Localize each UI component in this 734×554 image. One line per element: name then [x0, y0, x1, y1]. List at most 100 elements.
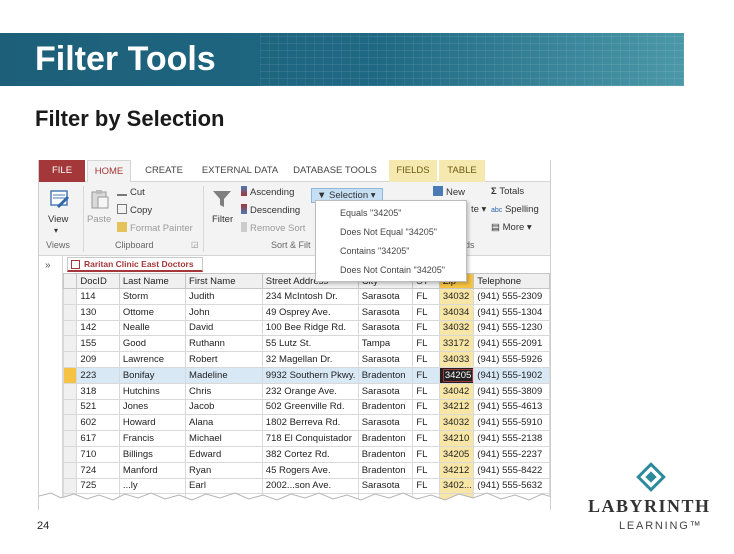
table-cell[interactable]: FL: [412, 445, 440, 463]
navigation-pane-collapsed[interactable]: »: [39, 256, 63, 510]
table-cell[interactable]: FL: [412, 335, 440, 353]
record-selector[interactable]: [62, 382, 78, 400]
table-cell[interactable]: Madeline: [185, 366, 263, 384]
totals-button[interactable]: Σ Totals: [491, 186, 524, 197]
record-selector[interactable]: [62, 303, 78, 321]
new-record-button[interactable]: New: [433, 186, 465, 198]
table-row[interactable]: 223 Bonifay Madeline 9932 Southern Pkwy. Bra…: [62, 366, 550, 384]
remove-sort-button[interactable]: Remove Sort: [241, 222, 305, 234]
table-cell[interactable]: FL: [412, 303, 440, 321]
table-cell[interactable]: 502 Greenville Rd.: [261, 398, 359, 416]
table-cell[interactable]: 521: [76, 398, 120, 416]
table-cell[interactable]: 34032: [438, 288, 475, 305]
clipboard-launcher-icon[interactable]: ◲: [191, 240, 199, 249]
table-cell[interactable]: 710: [76, 445, 120, 463]
table-cell[interactable]: Bradenton: [357, 366, 414, 384]
table-cell[interactable]: FL: [412, 414, 440, 432]
table-cell[interactable]: Michael: [185, 430, 263, 447]
table-cell[interactable]: (941) 555-2237: [473, 445, 550, 463]
table-cell[interactable]: Judith: [185, 288, 263, 305]
table-cell[interactable]: 34205: [438, 366, 475, 384]
more-button[interactable]: ▤ More ▾: [491, 222, 532, 233]
menu-item-equals[interactable]: Equals "34205": [340, 208, 401, 218]
table-cell[interactable]: Sarasota: [357, 319, 414, 337]
table-row[interactable]: 142 Nealle David 100 Bee Ridge Rd. Sarasota F…: [62, 319, 550, 337]
table-cell[interactable]: Bonifay: [118, 366, 187, 384]
table-row[interactable]: 710 Billings Edward 382 Cortez Rd. Bradenton…: [62, 445, 550, 463]
table-cell[interactable]: Edward: [185, 445, 263, 463]
table-row[interactable]: 114 Storm Judith 234 McIntosh Dr. Sarasota FL…: [62, 288, 550, 305]
table-cell[interactable]: Ryan: [185, 461, 263, 479]
tab-external-data[interactable]: EXTERNAL DATA: [197, 160, 283, 182]
table-cell[interactable]: FL: [412, 319, 440, 337]
copy-button[interactable]: Copy: [117, 204, 152, 216]
record-selector[interactable]: [62, 288, 78, 305]
table-cell[interactable]: 32 Magellan Dr.: [261, 351, 359, 368]
table-cell[interactable]: 1802 Berreva Rd.: [261, 414, 359, 432]
table-cell[interactable]: 602: [76, 414, 120, 432]
table-cell[interactable]: 34033: [438, 351, 475, 368]
table-cell[interactable]: (941) 555-3809: [473, 382, 550, 400]
table-cell[interactable]: (941) 555-2309: [473, 288, 550, 305]
table-cell[interactable]: 617: [76, 430, 120, 447]
table-cell[interactable]: (941) 555-5926: [473, 351, 550, 368]
table-row[interactable]: 209 Lawrence Robert 32 Magellan Dr. Sarasota…: [62, 351, 550, 368]
table-cell[interactable]: 382 Cortez Rd.: [261, 445, 359, 463]
table-cell[interactable]: (941) 555-1902: [473, 366, 550, 384]
menu-item-does-not-contain[interactable]: Does Not Contain "34205": [340, 265, 445, 275]
table-cell[interactable]: Sarasota: [357, 288, 414, 305]
table-cell[interactable]: 33172: [438, 335, 475, 353]
table-cell[interactable]: FL: [412, 288, 440, 305]
table-cell[interactable]: 724: [76, 461, 120, 479]
descending-button[interactable]: Descending: [241, 204, 300, 216]
spelling-button[interactable]: abc Spelling: [491, 204, 539, 215]
table-cell[interactable]: 718 El Conquistador: [261, 430, 359, 447]
table-cell[interactable]: FL: [412, 351, 440, 368]
tab-fields[interactable]: FIELDS: [389, 160, 437, 182]
table-cell[interactable]: FL: [412, 430, 440, 447]
table-cell[interactable]: 223: [76, 366, 120, 384]
table-cell[interactable]: 45 Rogers Ave.: [261, 461, 359, 479]
table-cell[interactable]: Sarasota: [357, 303, 414, 321]
tab-database-tools[interactable]: DATABASE TOOLS: [291, 160, 379, 182]
table-cell[interactable]: FL: [412, 461, 440, 479]
record-selector[interactable]: [62, 414, 78, 432]
record-selector[interactable]: [62, 398, 78, 416]
tab-file[interactable]: FILE: [39, 160, 85, 182]
table-cell[interactable]: Storm: [118, 288, 187, 305]
table-cell[interactable]: 34032: [438, 414, 475, 432]
table-cell[interactable]: Francis: [118, 430, 187, 447]
table-row[interactable]: 617 Francis Michael 718 El Conquistador Brad…: [62, 430, 550, 447]
column-header-last-name[interactable]: Last Name: [118, 273, 187, 289]
table-cell[interactable]: Tampa: [357, 335, 414, 353]
table-cell[interactable]: 114: [76, 288, 120, 305]
table-cell[interactable]: 234 McIntosh Dr.: [261, 288, 359, 305]
tab-create[interactable]: CREATE: [139, 160, 189, 182]
table-cell[interactable]: Manford: [118, 461, 187, 479]
table-cell[interactable]: (941) 555-8422: [473, 461, 550, 479]
table-cell[interactable]: (941) 555-2138: [473, 430, 550, 447]
paste-button[interactable]: Paste: [87, 214, 111, 225]
column-header-telephone[interactable]: Telephone: [473, 273, 550, 289]
table-cell[interactable]: Hutchins: [118, 382, 187, 400]
view-dropdown-icon[interactable]: ▾: [54, 226, 58, 235]
table-cell[interactable]: 34042: [438, 382, 475, 400]
expand-chevron-icon[interactable]: »: [45, 260, 51, 271]
view-button[interactable]: View: [48, 214, 68, 225]
table-cell[interactable]: FL: [412, 366, 440, 384]
record-selector[interactable]: [62, 445, 78, 463]
table-cell[interactable]: Billings: [118, 445, 187, 463]
table-cell[interactable]: 34210: [438, 430, 475, 447]
column-header-first-name[interactable]: First Name: [185, 273, 263, 289]
table-cell[interactable]: Sarasota: [357, 351, 414, 368]
table-cell[interactable]: 318: [76, 382, 120, 400]
table-cell[interactable]: 130: [76, 303, 120, 321]
filter-button[interactable]: Filter: [212, 214, 233, 225]
table-cell[interactable]: (941) 555-4613: [473, 398, 550, 416]
menu-item-contains[interactable]: Contains "34205": [340, 246, 409, 256]
format-painter-button[interactable]: Format Painter: [117, 222, 193, 234]
table-cell[interactable]: (941) 555-1304: [473, 303, 550, 321]
table-cell[interactable]: FL: [412, 382, 440, 400]
table-cell[interactable]: Bradenton: [357, 430, 414, 447]
table-cell[interactable]: Robert: [185, 351, 263, 368]
